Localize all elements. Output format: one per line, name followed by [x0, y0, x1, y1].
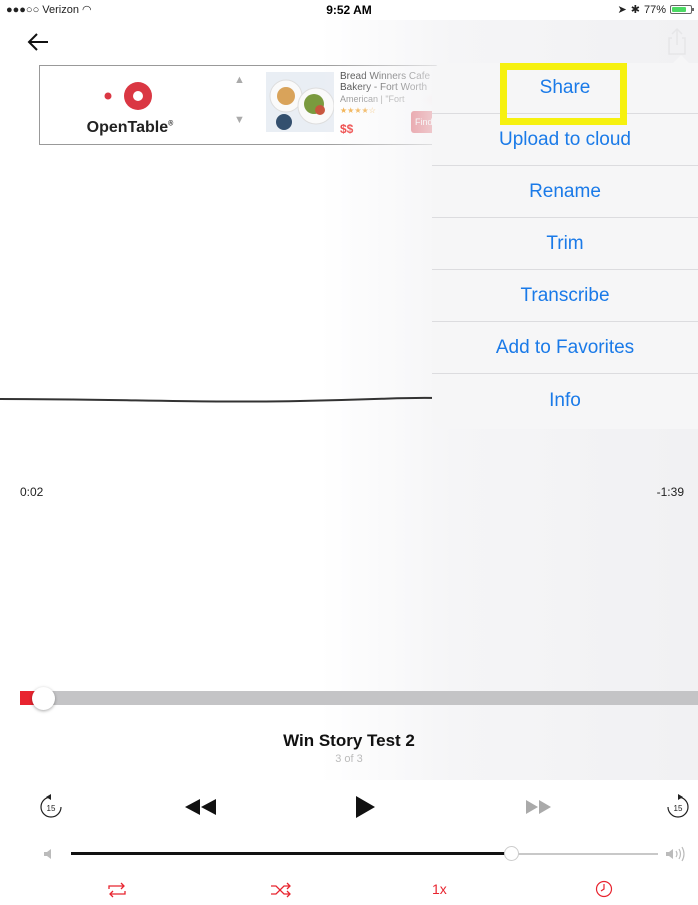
- volume-fill: [71, 852, 512, 855]
- status-bar: ●●●○○ Verizon ◠ 9:52 AM ➤ ✱ 77%: [0, 0, 698, 20]
- menu-item-transcribe[interactable]: Transcribe: [432, 271, 698, 322]
- location-icon: ➤: [617, 4, 627, 16]
- skip-forward-label: 15: [674, 804, 683, 813]
- volume-high-icon: [666, 846, 685, 862]
- volume-thumb[interactable]: [504, 846, 520, 861]
- bluetooth-icon: ✱: [630, 4, 640, 16]
- battery-icon: [670, 5, 694, 14]
- status-time: 9:52 AM: [326, 3, 372, 17]
- repeat-icon[interactable]: [106, 882, 128, 898]
- ad-up-arrow-icon[interactable]: ▲: [234, 74, 245, 86]
- skip-forward-15-icon[interactable]: 15: [665, 794, 691, 820]
- play-icon[interactable]: [354, 795, 376, 819]
- menu-caret: [673, 55, 689, 63]
- shuffle-icon[interactable]: [270, 882, 292, 898]
- share-icon[interactable]: [662, 26, 692, 56]
- progress-track[interactable]: [20, 691, 698, 705]
- menu-item-share[interactable]: Share: [432, 63, 698, 114]
- status-right: ➤ ✱ 77%: [617, 3, 694, 16]
- skip-back-15-icon[interactable]: 15: [38, 794, 64, 820]
- star-rating-icon: ★★★★☆: [340, 106, 376, 115]
- battery-percent: 77%: [643, 3, 666, 16]
- skip-back-label: 15: [47, 804, 56, 813]
- remaining-time: -1:39: [656, 485, 684, 499]
- menu-item-favorites[interactable]: Add to Favorites: [432, 323, 698, 374]
- fast-forward-icon[interactable]: [525, 798, 553, 816]
- track-position: 3 of 3: [335, 753, 363, 765]
- action-menu: Share Upload to cloud Rename Trim Transc…: [432, 63, 698, 429]
- elapsed-time: 0:02: [20, 485, 44, 499]
- opentable-logo-icon: [104, 82, 152, 110]
- ad-down-arrow-icon[interactable]: ▼: [234, 114, 245, 126]
- playback-speed-button[interactable]: 1x: [432, 881, 447, 897]
- sleep-timer-icon[interactable]: [595, 880, 613, 898]
- ad-category: American | "Fort: [340, 94, 405, 104]
- ad-brand: OpenTable®: [86, 119, 174, 136]
- menu-item-info[interactable]: Info: [432, 375, 698, 426]
- menu-item-rename[interactable]: Rename: [432, 167, 698, 218]
- track-title: Win Story Test 2: [283, 731, 415, 750]
- battery-fill: [672, 7, 686, 12]
- rewind-icon[interactable]: [184, 798, 218, 816]
- menu-item-upload[interactable]: Upload to cloud: [432, 115, 698, 166]
- ad-banner[interactable]: OpenTable® ▲ ▼ Bread Winners Cafe Bakery…: [39, 65, 439, 145]
- ad-food-image: [266, 72, 334, 132]
- back-arrow-icon[interactable]: [26, 26, 56, 56]
- battery-nub: [692, 8, 694, 11]
- volume-low-icon: [44, 849, 51, 859]
- ad-price: $$: [340, 122, 354, 136]
- progress-thumb[interactable]: [32, 687, 55, 710]
- menu-item-trim[interactable]: Trim: [432, 219, 698, 270]
